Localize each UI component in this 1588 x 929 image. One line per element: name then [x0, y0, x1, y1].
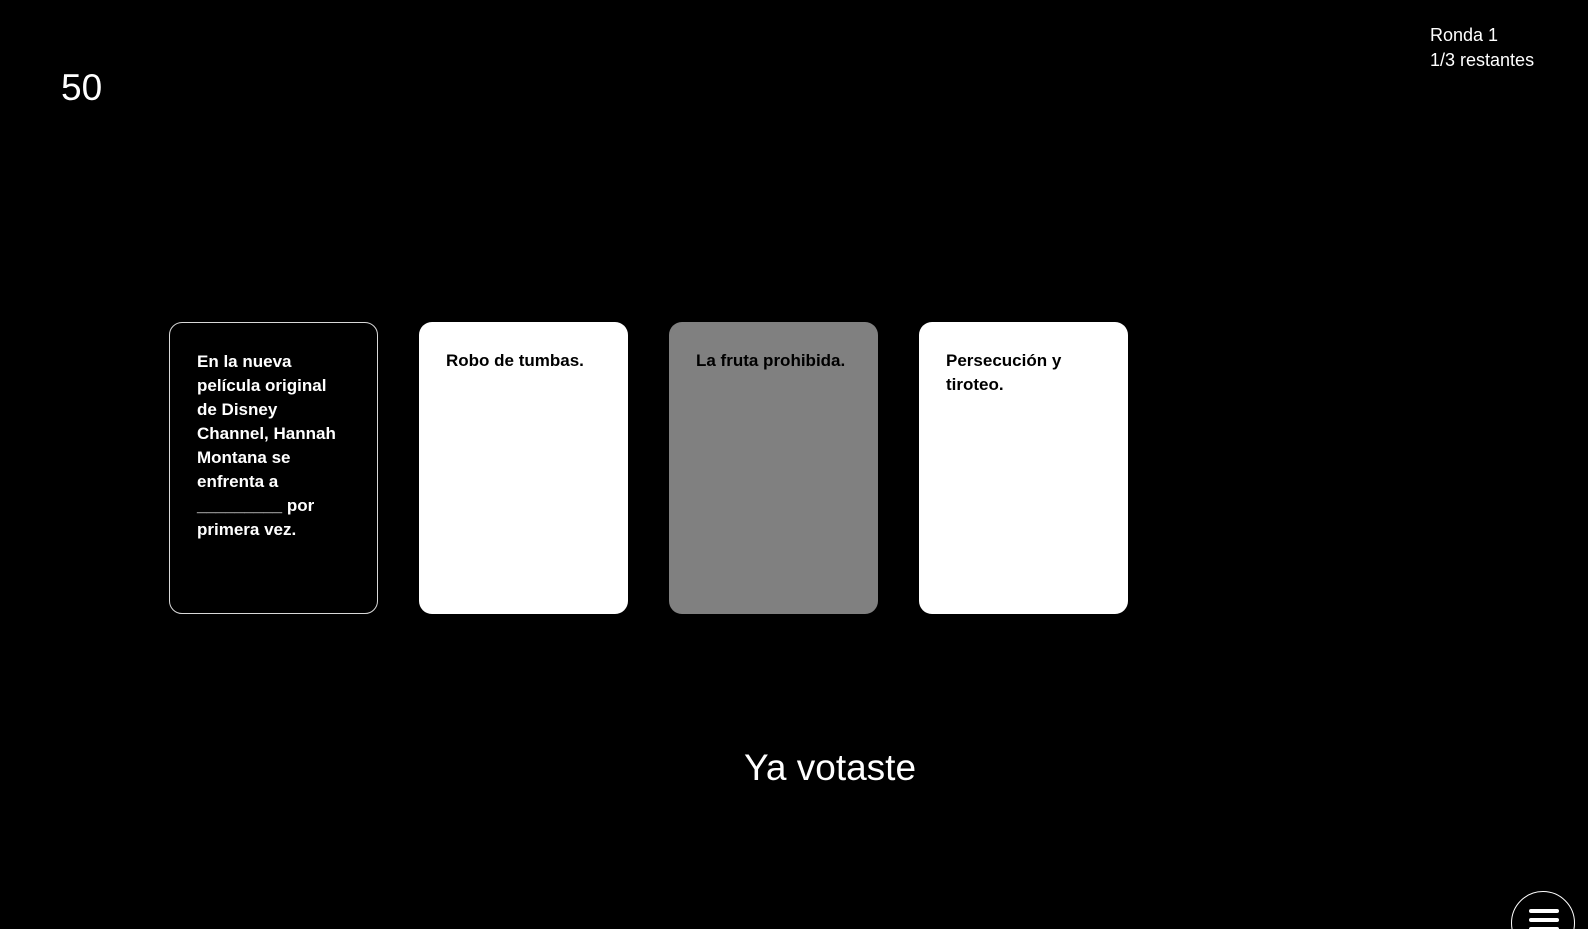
round-label: Ronda 1 [1430, 25, 1499, 45]
white-card-text: Robo de tumbas. [446, 351, 584, 370]
round-info: Ronda 1 1/3 restantes [1430, 23, 1534, 73]
menu-button[interactable] [1511, 891, 1575, 929]
countdown-timer: 50 [61, 67, 103, 108]
white-card-answer[interactable]: Persecución y tiroteo. [919, 322, 1128, 614]
card-row: En la nueva película original de Disney … [169, 322, 1128, 614]
vote-status-message: Ya votaste [743, 747, 917, 788]
white-card-text: Persecución y tiroteo. [946, 351, 1062, 394]
black-card-prompt: En la nueva película original de Disney … [169, 322, 378, 614]
white-card-text: La fruta prohibida. [696, 351, 846, 370]
game-screen: 50 Ronda 1 1/3 restantes En la nueva pel… [0, 0, 1588, 929]
white-card-answer-selected[interactable]: La fruta prohibida. [669, 322, 878, 614]
cards-remaining: 1/3 restantes [1430, 50, 1535, 70]
black-card-text: En la nueva película original de Disney … [197, 352, 336, 539]
white-card-answer[interactable]: Robo de tumbas. [419, 322, 628, 614]
